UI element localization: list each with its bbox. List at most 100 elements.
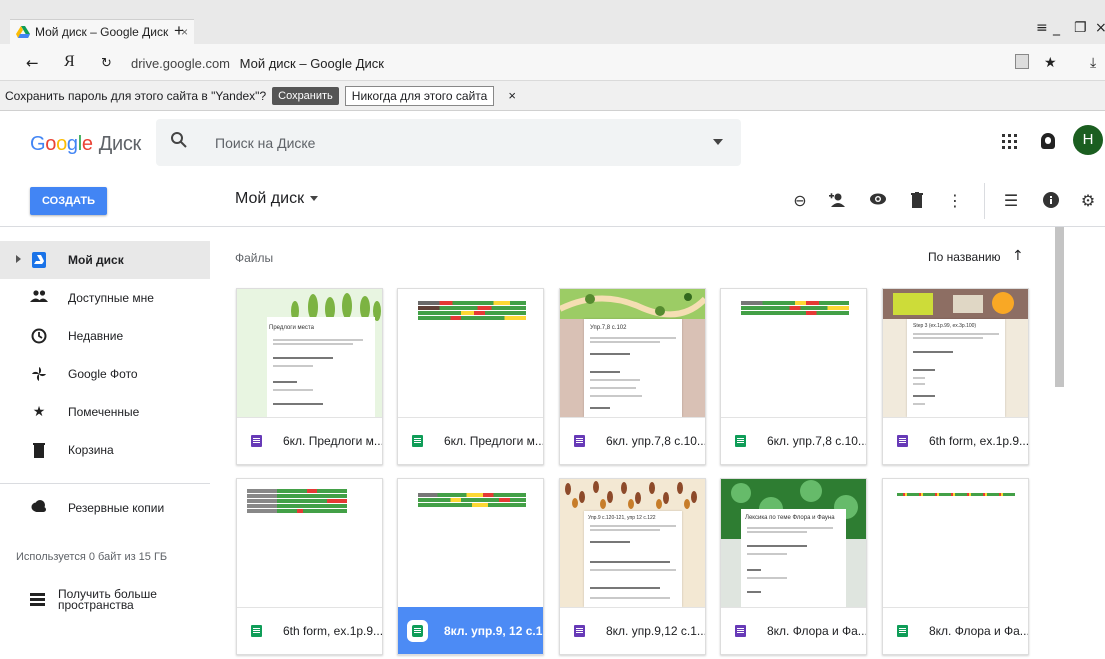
sort-by-name-button[interactable]: По названию ↑ [928,248,1024,264]
trash-icon[interactable] [908,192,926,210]
file-card-footer: 8кл. упр.9,12 с.1... [560,607,705,654]
file-card[interactable]: 6кл. упр.7,8 с.10... [720,288,867,465]
file-card-footer: 8кл. упр.9, 12 с.1... [398,607,543,654]
file-card-footer: 6кл. Предлоги м... [237,417,382,464]
wordmark-letter: G [30,133,46,155]
save-password-button[interactable]: Сохранить [272,86,339,105]
restore-icon[interactable]: ❐ [1074,20,1087,36]
file-card[interactable]: 6кл. Предлоги м... [397,288,544,465]
file-card[interactable]: Лексика по теме Флора и Фауна 8кл. Флора… [720,478,867,655]
address-bar: ← Я ↻ drive.google.com Мой диск – Google… [0,44,1105,81]
expand-arrow-icon[interactable] [16,255,21,263]
google-sheets-icon [412,435,423,447]
file-card[interactable]: 6th form, ex.1p.9... [236,478,383,655]
preview-eye-icon[interactable] [869,192,887,210]
reload-icon[interactable]: ↻ [101,56,112,71]
sidebar-item-backups[interactable]: Резервные копии [0,489,210,527]
url-page-title: Мой диск – Google Диск [239,56,384,71]
sort-direction-arrow-icon[interactable]: ↑ [1012,248,1024,264]
protect-icon[interactable] [1015,54,1029,69]
google-forms-icon [251,435,262,447]
thumb-title: Упр.9 с.120-121, упр 12 с.122 [588,515,656,521]
sidebar-item-label: Доступные мне [68,291,154,305]
sidebar-item-starred[interactable]: ★ Помеченные [0,393,210,431]
google-wordmark: Google [30,133,93,155]
storage-usage: Используется 0 байт из 15 ГБ [16,551,168,563]
yandex-icon[interactable]: Я [64,53,75,71]
file-name: 8кл. Флора и Фа... [929,624,1029,638]
file-thumbnail [398,479,543,607]
wordmark-letter: o [45,133,57,155]
file-name: 8кл. упр.9, 12 с.1... [444,624,544,638]
file-card-footer: 8кл. Флора и Фа... [883,607,1028,654]
wordmark-letter: o [56,133,67,155]
bookmark-star-icon[interactable]: ★ [1044,55,1057,71]
file-name: 6кл. Предлоги м... [283,434,383,448]
logo-product: Диск [98,133,142,155]
save-password-bar: Сохранить пароль для этого сайта в "Yand… [0,81,1105,111]
new-tab-button[interactable]: + [174,21,184,41]
sort-label: По названию [928,250,1001,264]
menu-icon[interactable]: ≡ [1036,20,1048,36]
file-name: 6кл. упр.7,8 с.10... [606,434,706,448]
storage-icon [30,593,45,606]
file-card-footer: 6кл. упр.7,8 с.10... [721,417,866,464]
star-icon: ★ [32,404,46,420]
trash-icon [30,442,48,458]
create-button[interactable]: СОЗДАТЬ [30,187,107,215]
sidebar-item-my-drive[interactable]: Мой диск [0,241,210,279]
thumb-title: Лексика по теме Флора и Фауна [745,515,835,521]
search-box[interactable]: Поиск на Диске [156,119,741,166]
browser-tab[interactable]: Мой диск – Google Диск × [10,19,194,44]
file-card[interactable]: Предлоги места 6кл. Предлоги м... [236,288,383,465]
search-options-icon[interactable] [713,139,723,145]
sidebar-item-shared[interactable]: Доступные мне [0,279,210,317]
drive-toolbar: СОЗДАТЬ Мой диск ⊖ ⋮ ☰ ⚙ [0,177,1105,227]
apps-grid-icon[interactable] [1002,134,1017,149]
notifications-icon[interactable] [1041,133,1055,149]
file-thumbnail [237,479,382,607]
info-icon[interactable] [1042,192,1060,210]
wordmark-letter: e [81,133,93,155]
file-name: 8кл. Флора и Фа... [767,624,867,638]
settings-gear-icon[interactable]: ⚙ [1079,192,1097,210]
location-dropdown[interactable]: Мой диск [235,190,319,208]
search-icon[interactable] [170,131,188,149]
link-icon[interactable]: ⊖ [791,192,809,210]
file-card[interactable]: Step 3 (ex.1p.99, ex.3p.100) 6th form, e… [882,288,1029,465]
drive-logo[interactable]: Google Диск [30,133,141,156]
toolbar-divider [984,183,985,219]
sidebar-item-trash[interactable]: Корзина [0,431,210,469]
file-thumbnail: Упр.7,8 с.102 [560,289,705,417]
thumb-title: Упр.7,8 с.102 [590,325,627,331]
google-forms-icon [735,625,746,637]
location-title: Мой диск [235,190,305,207]
share-person-icon[interactable] [829,192,847,210]
list-view-icon[interactable]: ☰ [1002,192,1020,210]
file-card[interactable]: Упр.9 с.120-121, упр 12 с.122 8кл. упр.9… [559,478,706,655]
never-save-button[interactable]: Никогда для этого сайта [344,85,495,106]
file-thumbnail [721,289,866,417]
thumb-title: Step 3 (ex.1p.99, ex.3p.100) [913,323,977,329]
drive-header: Google Диск Поиск на Диске Н [0,111,1105,177]
download-icon[interactable]: ⤓ [1090,55,1096,71]
more-vert-icon[interactable]: ⋮ [946,192,964,210]
file-thumbnail: Step 3 (ex.1p.99, ex.3p.100) [883,289,1028,417]
file-card-selected[interactable]: 8кл. упр.9, 12 с.1... [397,478,544,655]
avatar[interactable]: Н [1073,125,1103,155]
sidebar-item-photos[interactable]: Google Фото [0,355,210,393]
url-field[interactable]: drive.google.com Мой диск – Google Диск [131,56,384,71]
file-card[interactable]: 8кл. Флора и Фа... [882,478,1029,655]
search-input[interactable]: Поиск на Диске [215,135,315,151]
file-card-footer: 6th form, ex.1p.9... [883,417,1028,464]
sidebar-item-recent[interactable]: Недавние [0,317,210,355]
google-forms-icon [574,435,585,447]
file-card[interactable]: Упр.7,8 с.102 6кл. упр.7,8 с.10... [559,288,706,465]
close-bar-icon[interactable]: × [508,88,516,103]
back-icon[interactable]: ← [26,54,39,72]
sidebar-item-label: Недавние [68,329,124,343]
scrollbar-thumb[interactable] [1055,227,1064,387]
file-area: Файлы По названию ↑ Предлоги места 6кл. … [210,227,1105,659]
minimize-icon[interactable]: _ [1053,20,1060,36]
close-window-icon[interactable]: × [1095,20,1105,36]
